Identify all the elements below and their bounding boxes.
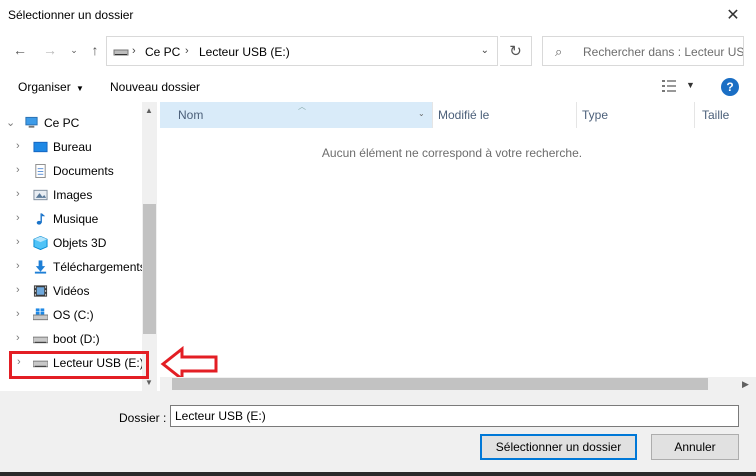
tree-item-label: Musique — [53, 212, 99, 226]
tree-item-videos[interactable]: › Vidéos — [0, 280, 142, 302]
new-folder-button[interactable]: Nouveau dossier — [110, 80, 200, 94]
chevron-right-icon[interactable]: › — [16, 140, 20, 152]
chevron-down-icon[interactable]: ⌄ — [481, 45, 489, 56]
chevron-right-icon[interactable]: › — [16, 308, 20, 320]
windows-drive-icon — [33, 308, 48, 321]
tree-item-label: boot (D:) — [53, 332, 100, 346]
command-bar: Organiser ▼ Nouveau dossier ▼ ? — [0, 72, 756, 102]
tree-item-telechargements[interactable]: › Téléchargements — [0, 256, 146, 278]
objects3d-icon — [33, 236, 48, 250]
tree-item-images[interactable]: › Images — [0, 184, 142, 206]
chevron-right-icon[interactable]: › — [16, 260, 20, 272]
scrollbar-thumb[interactable] — [143, 204, 156, 334]
column-header-taille[interactable]: Taille — [702, 108, 729, 122]
organiser-label: Organiser — [18, 80, 71, 94]
chevron-down-icon[interactable]: ⌄ — [6, 116, 15, 129]
chevron-right-icon[interactable]: › — [16, 332, 20, 344]
close-icon[interactable]: ✕ — [724, 6, 742, 24]
view-options-icon[interactable] — [662, 80, 676, 92]
search-input[interactable]: Rechercher dans : Lecteur US... — [583, 45, 743, 59]
videos-icon — [33, 285, 48, 297]
folder-label: Dossier : — [119, 411, 167, 425]
documents-icon — [35, 164, 46, 178]
tree-item-objets-3d[interactable]: › Objets 3D — [0, 232, 142, 254]
tree-item-label: Bureau — [53, 140, 92, 154]
recent-locations-icon[interactable]: ⌄ — [66, 42, 82, 58]
downloads-icon — [34, 260, 47, 274]
sort-ascending-icon: ︿ — [298, 102, 306, 111]
address-bar[interactable]: › Ce PC › Lecteur USB (E:) ⌄ — [106, 36, 498, 66]
tree-item-documents[interactable]: › Documents — [0, 160, 142, 182]
taskbar-edge — [0, 472, 756, 476]
title-bar: Sélectionner un dossier ✕ — [0, 0, 756, 32]
scroll-right-icon[interactable]: ▶ — [742, 379, 749, 390]
column-divider[interactable] — [576, 102, 577, 128]
tree-item-boot-d[interactable]: › boot (D:) — [0, 328, 142, 350]
usb-drive-icon — [113, 49, 129, 56]
desktop-icon — [33, 141, 48, 153]
music-icon — [36, 213, 46, 225]
breadcrumb-ce-pc[interactable]: Ce PC — [145, 45, 180, 59]
dialog-footer: Dossier : Lecteur USB (E:) Sélectionner … — [0, 391, 756, 476]
window-title: Sélectionner un dossier — [8, 8, 134, 22]
annotation-highlight-box — [9, 351, 149, 379]
tree-item-label: Téléchargements — [53, 260, 146, 274]
search-icon: ⌕ — [555, 44, 563, 59]
select-folder-button[interactable]: Sélectionner un dossier — [480, 434, 637, 460]
cancel-button[interactable]: Annuler — [651, 434, 739, 460]
tree-item-label: Objets 3D — [53, 236, 107, 250]
chevron-right-icon[interactable]: › — [16, 164, 20, 176]
scrollbar-thumb[interactable] — [172, 378, 708, 390]
column-header-type[interactable]: Type — [582, 108, 608, 122]
pc-icon — [25, 116, 38, 128]
tree-item-label: Ce PC — [44, 116, 80, 130]
forward-arrow-icon[interactable]: → — [42, 42, 58, 58]
up-arrow-icon[interactable]: ↑ — [87, 42, 103, 58]
drive-icon — [33, 336, 48, 344]
file-list: Nom ︿ ⌄ Modifié le Type Taille Aucun élé… — [160, 102, 756, 391]
refresh-icon: ↻ — [509, 43, 522, 60]
column-divider[interactable] — [694, 102, 695, 128]
refresh-button[interactable]: ↻ — [500, 36, 532, 66]
column-header-row: Nom ︿ ⌄ Modifié le Type Taille — [160, 102, 756, 128]
breadcrumb-usb[interactable]: Lecteur USB (E:) — [199, 45, 290, 59]
help-button[interactable]: ? — [721, 78, 739, 96]
breadcrumb-separator-icon: › — [132, 45, 136, 57]
empty-state-message: Aucun élément ne correspond à votre rech… — [321, 146, 583, 160]
search-box[interactable]: ⌕ Rechercher dans : Lecteur US... — [542, 36, 744, 66]
chevron-right-icon[interactable]: › — [16, 236, 20, 248]
scroll-up-icon[interactable]: ▲ — [145, 106, 153, 115]
organiser-button[interactable]: Organiser ▼ — [18, 80, 84, 94]
scroll-down-icon[interactable]: ▼ — [145, 378, 153, 387]
back-arrow-icon[interactable]: ← — [12, 42, 28, 58]
tree-item-label: Vidéos — [53, 284, 90, 298]
column-header-modifie[interactable]: Modifié le — [438, 108, 489, 122]
tree-item-musique[interactable]: › Musique — [0, 208, 142, 230]
column-header-nom[interactable]: Nom ︿ ⌄ — [160, 102, 432, 128]
navigation-bar: ← → ⌄ ↑ › Ce PC › Lecteur USB (E:) ⌄ ↻ ⌕… — [0, 32, 756, 70]
tree-item-bureau[interactable]: › Bureau — [0, 136, 142, 158]
tree-item-label: OS (C:) — [53, 308, 94, 322]
tree-item-label: Documents — [53, 164, 114, 178]
chevron-down-icon[interactable]: ⌄ — [418, 109, 425, 118]
tree-item-label: Images — [53, 188, 93, 202]
folder-input[interactable]: Lecteur USB (E:) — [170, 405, 739, 427]
horizontal-scrollbar[interactable]: ▶ — [160, 377, 756, 391]
chevron-right-icon[interactable]: › — [16, 212, 20, 224]
images-icon — [33, 189, 48, 201]
navigation-pane: ⌄ Ce PC › Bureau › Documents › Images › — [0, 102, 157, 391]
breadcrumb-separator-icon: › — [185, 45, 189, 57]
tree-item-os-c[interactable]: › OS (C:) — [0, 304, 142, 326]
column-divider[interactable] — [432, 102, 433, 128]
chevron-down-icon: ▼ — [76, 84, 84, 93]
tree-item-ce-pc[interactable]: ⌄ Ce PC — [0, 112, 142, 134]
chevron-right-icon[interactable]: › — [16, 284, 20, 296]
column-label: Nom — [178, 108, 204, 122]
chevron-right-icon[interactable]: › — [16, 188, 20, 200]
tree-scrollbar[interactable]: ▲ ▼ — [142, 102, 157, 391]
chevron-down-icon[interactable]: ▼ — [686, 80, 695, 90]
